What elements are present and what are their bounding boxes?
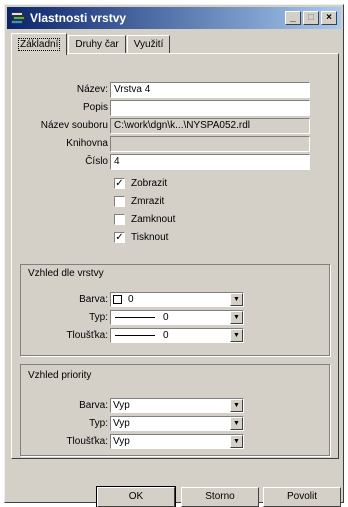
checkbox-label: Zmrazit: [131, 195, 165, 207]
layer-weight-select[interactable]: 0 ▼: [110, 328, 244, 343]
checkbox-zobrazit[interactable]: ✓ Zobrazit: [114, 176, 167, 190]
priority-type-label: Typ:: [89, 418, 108, 429]
checkbox-label: Zobrazit: [131, 177, 168, 189]
ok-button[interactable]: OK: [96, 486, 176, 507]
checkbox-box[interactable]: ✓: [114, 177, 125, 189]
tab-panel: Název: Vrstva 4 Popis Název souboru C:\w…: [11, 53, 339, 459]
checkbox-box[interactable]: [114, 213, 125, 225]
checkbox-label: Tisknout: [131, 231, 169, 243]
dialog-window: Vlastnosti vrstvy _ □ × Základní Druhy č…: [4, 4, 344, 507]
minimize-button[interactable]: _: [285, 11, 301, 25]
layer-weight-label: Tloušťka:: [66, 330, 108, 341]
layer-color-label: Barva:: [79, 294, 108, 305]
apply-button[interactable]: Povolit: [263, 487, 341, 507]
cancel-button[interactable]: Storno: [181, 487, 259, 507]
priority-color-label: Barva:: [79, 400, 108, 411]
name-field[interactable]: Vrstva 4: [110, 82, 310, 98]
number-label: Číslo: [85, 156, 108, 167]
name-label: Název:: [76, 84, 108, 95]
layer-type-label: Typ:: [89, 312, 108, 323]
window-title: Vlastnosti vrstvy: [30, 11, 127, 25]
priority-type-select[interactable]: Vyp ▼: [110, 416, 244, 431]
checkbox-zamknout[interactable]: Zamknout: [114, 212, 175, 226]
chevron-down-icon[interactable]: ▼: [230, 329, 243, 342]
tab-zakladni[interactable]: Základní: [11, 33, 68, 55]
tab-vyuziti[interactable]: Využití: [126, 35, 171, 54]
layer-type-select[interactable]: 0 ▼: [110, 310, 244, 325]
chevron-down-icon[interactable]: ▼: [230, 399, 243, 412]
tab-druhy-car[interactable]: Druhy čar: [68, 35, 126, 54]
layer-color-select[interactable]: 0 ▼: [110, 292, 244, 307]
checkbox-label: Zamknout: [131, 213, 176, 225]
maximize-button[interactable]: □: [303, 11, 319, 25]
priority-color-select[interactable]: Vyp ▼: [110, 398, 244, 413]
number-field[interactable]: 4: [110, 154, 310, 170]
color-swatch: [113, 295, 122, 304]
priority-view-title: Vzhled priority: [26, 370, 94, 381]
line-sample: [115, 317, 155, 318]
checkbox-zmrazit[interactable]: Zmrazit: [114, 194, 164, 208]
description-label: Popis: [82, 102, 108, 113]
close-button[interactable]: ×: [321, 11, 337, 25]
chevron-down-icon[interactable]: ▼: [230, 311, 243, 324]
checkbox-tisknout[interactable]: ✓ Tisknout: [114, 230, 168, 244]
library-label: Knihovna: [66, 138, 108, 149]
layers-icon: [10, 10, 26, 26]
filename-field: C:\work\dgn\k...\NYSPA052.rdl: [110, 118, 310, 134]
chevron-down-icon[interactable]: ▼: [230, 435, 243, 448]
chevron-down-icon[interactable]: ▼: [230, 293, 243, 306]
title-bar[interactable]: Vlastnosti vrstvy _ □ ×: [7, 7, 341, 29]
checkbox-box[interactable]: [114, 195, 125, 207]
priority-weight-select[interactable]: Vyp ▼: [110, 434, 244, 449]
line-sample: [115, 335, 155, 336]
chevron-down-icon[interactable]: ▼: [230, 417, 243, 430]
tab-strip: Základní Druhy čar Využití: [11, 32, 171, 55]
library-field: [110, 136, 310, 152]
layer-view-title: Vzhled dle vrstvy: [26, 268, 106, 279]
description-field[interactable]: [110, 100, 310, 116]
filename-label: Název souboru: [40, 120, 108, 131]
priority-weight-label: Tloušťka:: [66, 436, 108, 447]
checkbox-box[interactable]: ✓: [114, 231, 125, 243]
